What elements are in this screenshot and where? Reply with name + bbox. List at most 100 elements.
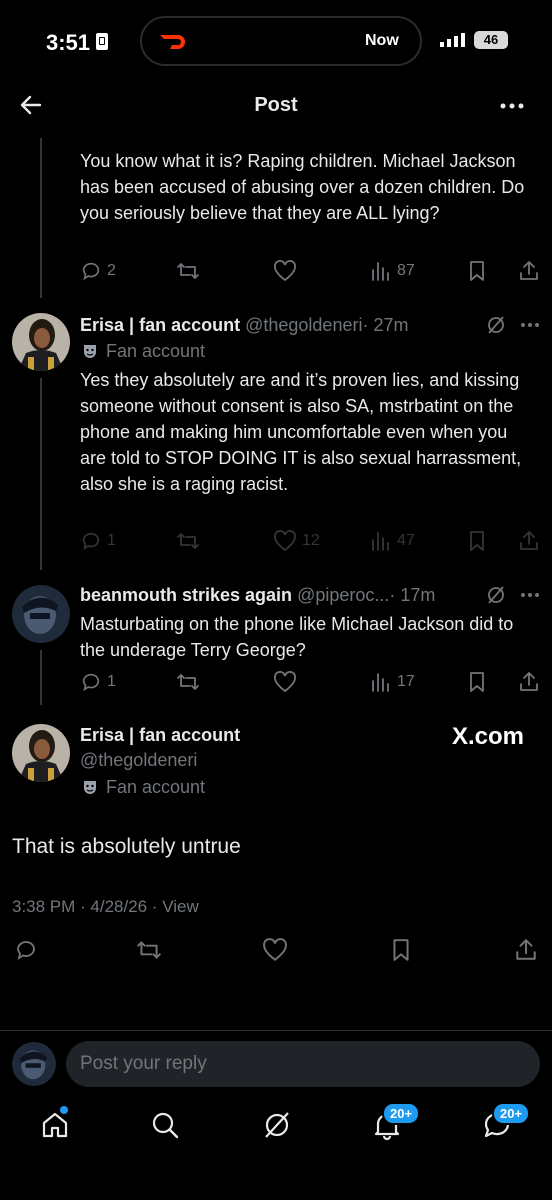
search-icon bbox=[152, 1112, 179, 1139]
reply-icon bbox=[82, 262, 100, 281]
repost-button[interactable] bbox=[176, 530, 200, 552]
handle: @thegoldeneri bbox=[245, 315, 363, 335]
handle: @thegoldeneri bbox=[80, 750, 198, 770]
handle-line[interactable]: @thegoldeneri bbox=[80, 750, 197, 771]
bookmark-button[interactable] bbox=[467, 260, 487, 282]
author-line[interactable]: Erisa | fan account @thegoldeneri· 27m bbox=[80, 315, 408, 336]
thread-line bbox=[40, 650, 42, 705]
bookmark-button[interactable] bbox=[467, 530, 487, 552]
home-icon bbox=[42, 1112, 68, 1138]
nav-messages[interactable]: 20+ bbox=[482, 1102, 531, 1140]
avatar[interactable] bbox=[12, 724, 70, 782]
x-watermark: X.com bbox=[452, 723, 525, 750]
grok-icon[interactable] bbox=[486, 315, 506, 335]
views-icon bbox=[372, 532, 389, 551]
bookmark-icon bbox=[470, 672, 484, 692]
reply-button[interactable] bbox=[14, 938, 38, 962]
view-count: 87 bbox=[397, 262, 415, 279]
reply-count: 1 bbox=[107, 532, 116, 549]
theater-mask-icon bbox=[84, 344, 96, 358]
bookmark-icon bbox=[470, 261, 484, 281]
timestamp: · 17m bbox=[389, 585, 436, 605]
thread-line bbox=[40, 378, 42, 570]
nav-home[interactable] bbox=[40, 1106, 70, 1140]
share-icon bbox=[520, 672, 538, 691]
divider bbox=[0, 1030, 552, 1031]
handle: @piperoc... bbox=[297, 585, 390, 605]
views-button[interactable]: 87 bbox=[370, 260, 415, 282]
views-button[interactable]: 47 bbox=[370, 530, 415, 552]
reply-icon bbox=[17, 941, 35, 960]
tweet-text: Yes they absolutely are and it’s proven … bbox=[80, 370, 522, 494]
reply-button[interactable]: 1 bbox=[80, 530, 116, 552]
heart-icon bbox=[274, 260, 296, 282]
reply-button[interactable]: 1 bbox=[80, 671, 116, 693]
views-button[interactable]: 17 bbox=[370, 671, 415, 693]
fan-account-label: Fan account bbox=[82, 341, 205, 362]
post-text: That is absolutely untrue bbox=[12, 835, 241, 858]
share-button[interactable] bbox=[518, 260, 540, 282]
like-button[interactable] bbox=[273, 671, 297, 693]
battery-icon: 46 bbox=[474, 31, 508, 49]
display-name-line[interactable]: Erisa | fan account bbox=[80, 725, 240, 746]
bookmark-button[interactable] bbox=[467, 671, 487, 693]
theater-mask-icon bbox=[84, 780, 96, 794]
repost-button[interactable] bbox=[176, 671, 200, 693]
view-count: 17 bbox=[397, 673, 415, 690]
post-meta[interactable]: 3:38 PM · 4/28/26 · View bbox=[12, 897, 199, 917]
reply-button[interactable]: 2 bbox=[80, 260, 116, 282]
unread-dot bbox=[60, 1106, 68, 1114]
reply-icon bbox=[82, 532, 100, 551]
fan-account-label: Fan account bbox=[82, 777, 205, 798]
reply-count: 2 bbox=[107, 262, 116, 279]
notifications-badge: 20+ bbox=[382, 1102, 421, 1125]
like-button[interactable]: 12 bbox=[273, 530, 320, 552]
tweet-actions: 1 12 47 bbox=[80, 530, 540, 554]
repost-icon bbox=[177, 263, 199, 279]
heart-icon bbox=[263, 938, 287, 961]
display-name: beanmouth strikes again bbox=[80, 585, 293, 605]
tweet-text: Masturbating on the phone like Michael J… bbox=[80, 614, 514, 660]
display-name: Erisa | fan account bbox=[80, 315, 241, 335]
tweet-actions: 2 87 bbox=[80, 260, 540, 284]
share-icon bbox=[516, 939, 536, 960]
bookmark-icon bbox=[470, 531, 484, 551]
avatar[interactable] bbox=[12, 585, 70, 643]
avatar[interactable] bbox=[12, 313, 70, 371]
share-icon bbox=[520, 261, 538, 280]
own-avatar[interactable] bbox=[12, 1042, 56, 1086]
view-count: 47 bbox=[397, 532, 415, 549]
like-button[interactable] bbox=[262, 938, 288, 962]
grok-icon[interactable] bbox=[486, 585, 506, 605]
share-button[interactable] bbox=[514, 938, 538, 962]
more-options-icon[interactable] bbox=[520, 590, 540, 600]
heart-icon bbox=[274, 530, 296, 552]
reply-input[interactable] bbox=[66, 1041, 540, 1087]
display-name: Erisa | fan account bbox=[80, 725, 241, 745]
author-line[interactable]: beanmouth strikes again @piperoc...· 17m bbox=[80, 585, 435, 606]
timestamp: · 27m bbox=[362, 315, 409, 335]
repost-button[interactable] bbox=[136, 938, 162, 962]
share-icon bbox=[520, 531, 538, 550]
share-button[interactable] bbox=[518, 530, 540, 552]
like-button[interactable] bbox=[273, 260, 297, 282]
nav-search[interactable] bbox=[150, 1110, 180, 1140]
nav-grok[interactable] bbox=[262, 1110, 292, 1140]
doordash-icon bbox=[158, 31, 192, 51]
bookmark-icon bbox=[393, 939, 409, 961]
more-options-icon[interactable] bbox=[520, 320, 540, 330]
share-button[interactable] bbox=[518, 671, 540, 693]
more-options-icon[interactable] bbox=[499, 96, 525, 116]
tweet-text: You know what it is? Raping children. Mi… bbox=[80, 151, 525, 223]
reply-count: 1 bbox=[107, 673, 116, 690]
thread-line bbox=[40, 138, 42, 298]
bookmark-button[interactable] bbox=[390, 938, 412, 962]
repost-button[interactable] bbox=[176, 260, 200, 282]
sim-icon bbox=[96, 33, 108, 50]
nav-notifications[interactable]: 20+ bbox=[372, 1102, 421, 1140]
repost-icon bbox=[177, 674, 199, 690]
views-icon bbox=[372, 673, 389, 692]
badge-text: Fan account bbox=[106, 341, 206, 361]
reply-icon bbox=[82, 673, 100, 692]
messages-badge: 20+ bbox=[492, 1102, 531, 1125]
